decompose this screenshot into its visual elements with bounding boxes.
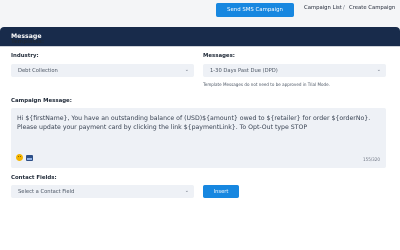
industry-select-value: Debt Collection (18, 67, 58, 74)
template-note: Template Messages do not need to be appr… (203, 82, 330, 87)
industry-label: Industry: (11, 53, 39, 59)
templates-label: Templates: (11, 39, 45, 45)
top-bar: Send SMS Campaign Campaign List / Create… (0, 0, 400, 22)
contact-fields-label: Contact Fields: (11, 175, 57, 181)
emoji-icon[interactable] (16, 154, 23, 161)
campaign-message-text[interactable]: Hi ${firstName}, You have an outstanding… (17, 114, 379, 132)
character-counter: 155/320 (362, 157, 380, 162)
card-title: Message (0, 27, 400, 46)
send-sms-campaign-button[interactable]: Send SMS Campaign (216, 3, 294, 17)
breadcrumb-campaign-list[interactable]: Campaign List (304, 5, 342, 11)
messages-select-value: 1-30 Days Past Due (DPD) (210, 67, 278, 74)
contact-field-select[interactable]: Select a Contact Field ⌄ (11, 185, 194, 198)
breadcrumb-create-campaign: Create Campaign (349, 5, 396, 11)
industry-select[interactable]: Debt Collection ⌄ (11, 64, 194, 77)
breadcrumb-separator: / (343, 5, 345, 11)
insert-button[interactable]: Insert (203, 185, 239, 198)
campaign-message-label: Campaign Message: (11, 98, 72, 104)
contact-field-placeholder: Select a Contact Field (18, 188, 75, 195)
chevron-down-icon: ⌄ (184, 67, 189, 73)
messages-select[interactable]: 1-30 Days Past Due (DPD) ⌄ (203, 64, 386, 77)
image-icon[interactable] (26, 155, 33, 161)
divider (0, 46, 400, 47)
chevron-down-icon: ⌄ (376, 67, 381, 73)
message-tools (16, 154, 33, 161)
campaign-message-textarea[interactable]: Hi ${firstName}, You have an outstanding… (11, 108, 386, 168)
chevron-down-icon: ⌄ (184, 188, 189, 194)
messages-label: Messages: (203, 53, 235, 59)
